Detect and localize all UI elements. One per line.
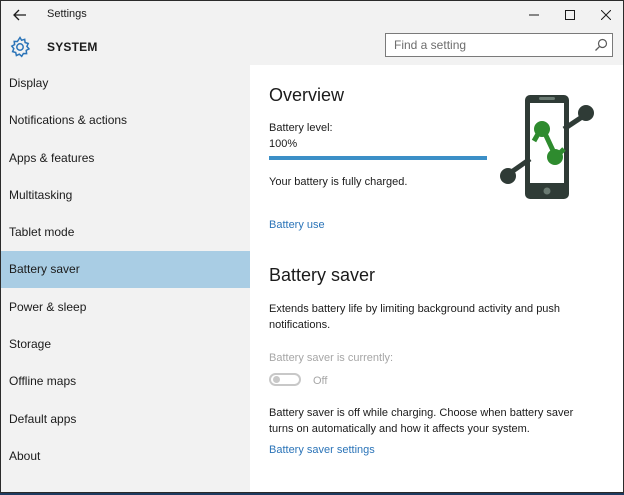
battery-saver-settings-link[interactable]: Battery saver settings: [269, 444, 375, 456]
battery-status-text: Your battery is fully charged.: [269, 176, 408, 188]
content-pane: Overview Battery level: 100% Your batter…: [250, 65, 623, 492]
sidebar-nav: Display Notifications & actions Apps & f…: [1, 65, 250, 492]
maximize-icon: [565, 10, 575, 20]
back-button[interactable]: [9, 5, 31, 25]
maximize-button[interactable]: [553, 1, 587, 29]
back-arrow-icon: [13, 9, 26, 21]
close-button[interactable]: [589, 1, 623, 29]
search-input[interactable]: [386, 34, 586, 56]
battery-level-label: Battery level:: [269, 122, 333, 134]
toggle-knob: [273, 376, 280, 383]
overview-heading: Overview: [269, 85, 345, 105]
sidebar-item-tablet-mode[interactable]: Tablet mode: [1, 214, 250, 251]
sidebar-item-power-sleep[interactable]: Power & sleep: [1, 289, 250, 326]
battery-saver-toggle[interactable]: [269, 373, 301, 386]
settings-header: SYSTEM: [1, 29, 623, 65]
sidebar-item-battery-saver[interactable]: Battery saver: [1, 251, 250, 288]
sidebar-item-multitasking[interactable]: Multitasking: [1, 177, 250, 214]
sidebar-item-default-apps[interactable]: Default apps: [1, 401, 250, 438]
minimize-button[interactable]: [517, 1, 551, 29]
settings-window: Settings SYSTEM Find a setting Display N…: [0, 0, 624, 493]
battery-level-value: 100%: [269, 138, 298, 150]
battery-use-link[interactable]: Battery use: [269, 219, 325, 231]
minimize-icon: [529, 14, 539, 16]
window-title: Settings: [47, 8, 87, 20]
sidebar-item-apps-features[interactable]: Apps & features: [1, 140, 250, 177]
section-title: SYSTEM: [47, 40, 98, 54]
sidebar-item-offline-maps[interactable]: Offline maps: [1, 363, 250, 400]
sidebar-item-notifications[interactable]: Notifications & actions: [1, 102, 250, 139]
battery-saver-current-label: Battery saver is currently:: [269, 352, 394, 364]
sidebar-item-about[interactable]: About: [1, 438, 250, 475]
title-bar: Settings: [1, 1, 623, 29]
phone-illustration-icon: [500, 95, 594, 199]
search-icon[interactable]: [594, 38, 608, 52]
battery-saver-description: Extends battery life by limiting backgro…: [269, 303, 561, 331]
gear-icon: [10, 36, 31, 58]
battery-saver-toggle-state: Off: [313, 375, 328, 387]
close-icon: [601, 10, 611, 20]
sidebar-item-display[interactable]: Display: [1, 65, 250, 102]
battery-level-fill: [269, 156, 487, 160]
search-box[interactable]: [385, 33, 613, 57]
battery-saver-heading: Battery saver: [269, 265, 376, 285]
battery-level-bar: [269, 156, 487, 160]
sidebar-item-storage[interactable]: Storage: [1, 326, 250, 363]
battery-saver-charging-note: Battery saver is off while charging. Cho…: [269, 407, 574, 435]
